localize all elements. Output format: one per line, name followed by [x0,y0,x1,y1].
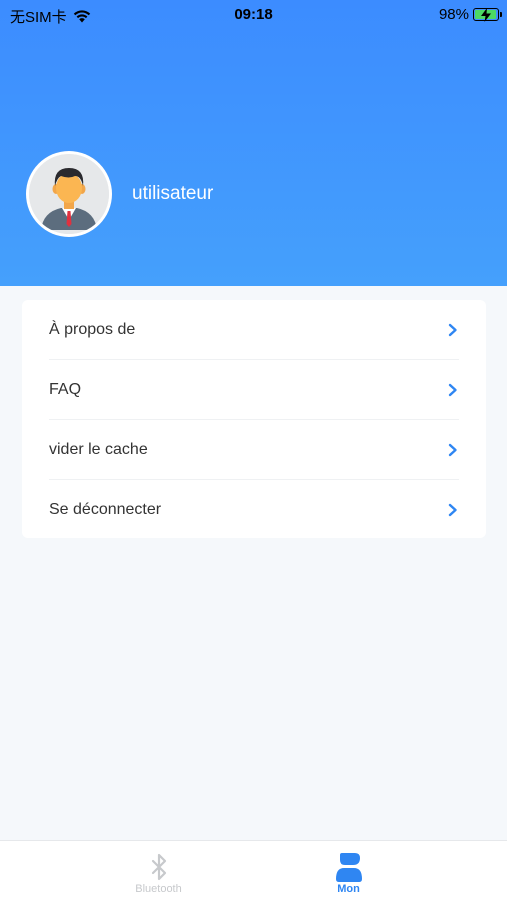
status-time: 09:18 [234,6,273,23]
chevron-right-icon [448,503,457,517]
user-avatar-icon [29,154,109,234]
chevron-right-icon [448,323,457,336]
menu-item-faq[interactable]: FAQ [49,360,459,420]
chevron-right-icon [448,383,457,396]
avatar-image [29,154,109,234]
menu-item-label: À propos de [49,320,136,338]
charging-bolt-icon [481,8,491,22]
menu-item-clear-cache[interactable]: vider le cache [49,420,459,480]
menu-card: À propos de FAQ vider le cache Se déconn… [22,300,486,538]
chevron-right-icon [448,443,457,456]
status-right: 98% [438,6,502,23]
menu-item-label: Se déconnecter [49,501,162,518]
status-bar: 无SIM卡 09:18 98% [0,0,507,28]
screen: 无SIM卡 09:18 98% utilisateur À propos de … [0,0,507,900]
tab-mon[interactable]: Mon [222,841,475,900]
username: utilisateur [132,183,214,204]
menu-item-logout[interactable]: Se déconnecter [49,480,459,540]
menu-item-about[interactable]: À propos de [49,300,459,360]
tab-bar: Bluetooth Mon [0,840,507,900]
avatar[interactable] [26,151,112,237]
tab-label: Mon [337,883,360,895]
battery-percent: 98% [438,6,469,23]
profile-header: 无SIM卡 09:18 98% utilisateur [0,0,507,286]
bluetooth-icon [151,853,166,881]
user-icon [335,853,362,882]
tab-label: Bluetooth [135,883,182,895]
battery-icon [473,8,502,22]
menu-item-label: FAQ [49,380,82,398]
menu-item-label: vider le cache [49,440,148,458]
